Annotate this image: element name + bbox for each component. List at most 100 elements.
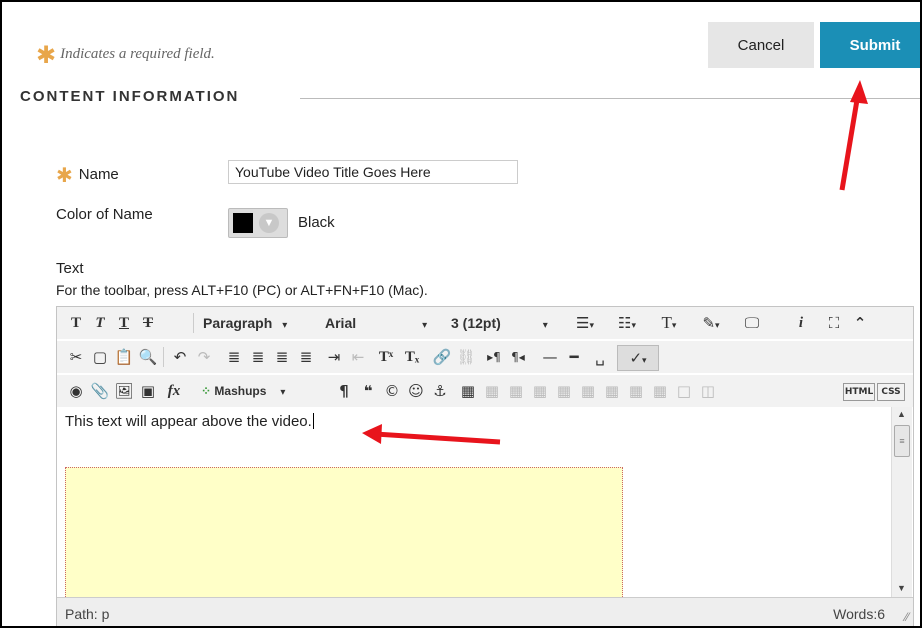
align-center-icon[interactable]: ≣ (247, 345, 269, 369)
link-icon[interactable]: 🔗 (431, 345, 453, 369)
name-input[interactable] (228, 160, 518, 184)
cancel-button[interactable]: Cancel (708, 22, 814, 68)
editor-scrollbar[interactable]: ▲ ≡ ▼ (891, 407, 912, 597)
name-label-text: Name (78, 166, 119, 183)
attach-file-icon[interactable]: 📎 (89, 379, 111, 403)
math-editor-icon[interactable]: fx (163, 379, 185, 403)
merge-cells-icon[interactable]: ◫ (697, 379, 719, 403)
blockquote-icon[interactable]: ❝ (357, 379, 379, 403)
unlink-icon[interactable]: ⛓ (455, 345, 477, 369)
align-left-icon[interactable]: ≣ (223, 345, 245, 369)
text-color-icon[interactable]: T▾ (651, 311, 687, 335)
font-dropdown-label: Arial (325, 315, 357, 331)
cut-icon[interactable]: ✂ (65, 345, 87, 369)
insert-table-icon[interactable]: ▦ (457, 379, 479, 403)
strikethrough-icon[interactable]: T (137, 311, 159, 335)
mashups-dropdown[interactable]: ⁘ Mashups ▾ (201, 379, 297, 403)
required-star-icon: ✱ (36, 41, 57, 69)
toolbar-row-2: ✂ ▢ 📋 🔍 ↶ ↷ ≣ ≣ ≣ ≣ ⇥ ⇤ Tˣ Tₓ 🔗 ⛓ ▸¶ ¶◂ … (57, 341, 913, 373)
table-row-props-icon[interactable]: ▦ (481, 379, 503, 403)
preview-icon[interactable]: 🖵 (737, 311, 767, 335)
text-caret (312, 413, 314, 429)
color-picker[interactable]: ▼ (228, 208, 288, 238)
insert-row-before-icon[interactable]: ▦ (529, 379, 551, 403)
section-title: CONTENT INFORMATION (20, 88, 240, 105)
undo-icon[interactable]: ↶ (169, 345, 191, 369)
color-value: Black (298, 214, 335, 231)
thick-rule-icon[interactable]: ━ (563, 345, 585, 369)
toolbar-hint: For the toolbar, press ALT+F10 (PC) or A… (56, 282, 428, 298)
align-right-icon[interactable]: ≣ (271, 345, 293, 369)
css-code-icon[interactable]: CSS (877, 383, 905, 401)
superscript-icon[interactable]: Tˣ (375, 345, 397, 369)
nonbreaking-space-icon[interactable]: ␣ (589, 345, 611, 369)
color-swatch (233, 213, 253, 233)
spellcheck-icon[interactable]: ✓▾ (617, 345, 659, 371)
italic-icon[interactable]: T (89, 311, 111, 335)
required-field-note: ✱ Indicates a required field. (36, 36, 215, 69)
submit-button[interactable]: Submit (820, 22, 920, 68)
insert-col-before-icon[interactable]: ▦ (601, 379, 623, 403)
insert-row-after-icon[interactable]: ▦ (553, 379, 575, 403)
font-dropdown[interactable]: Arial ▾ (325, 311, 435, 335)
scroll-thumb[interactable]: ≡ (894, 425, 910, 457)
bold-icon[interactable]: T (65, 311, 87, 335)
scroll-up-icon[interactable]: ▲ (897, 409, 906, 419)
video-placeholder[interactable] (65, 467, 623, 597)
subscript-icon[interactable]: Tₓ (401, 345, 423, 369)
annotation-arrowhead (850, 80, 868, 104)
insert-col-after-icon[interactable]: ▦ (625, 379, 647, 403)
emoticon-icon[interactable]: ☺ (405, 379, 427, 403)
text-editor: T T T T Paragraph ▾ Arial ▾ 3 (12pt) ▾ ☰▾ ☷… (56, 306, 914, 626)
highlight-icon[interactable]: ✎▾ (693, 311, 729, 335)
toolbar-row-1: T T T T Paragraph ▾ Arial ▾ 3 (12pt) ▾ ☰▾ ☷… (57, 307, 913, 339)
webcam-icon[interactable]: ◉ (65, 379, 87, 403)
outdent-icon[interactable]: ⇤ (347, 345, 369, 369)
mashups-icon: ⁘ (201, 384, 212, 398)
resize-grip-icon[interactable]: ⁄⁄ (905, 610, 909, 624)
justify-icon[interactable]: ≣ (295, 345, 317, 369)
html-code-icon[interactable]: HTML (843, 383, 875, 401)
collapse-toolbar-icon[interactable]: ⌃ (849, 311, 871, 335)
insert-media-icon[interactable]: ▣ (137, 379, 159, 403)
fullscreen-icon[interactable]: ⛶ (823, 311, 845, 335)
font-size-dropdown[interactable]: 3 (12pt) ▾ (451, 311, 561, 335)
editor-content-area[interactable]: This text will appear above the video. (57, 407, 891, 597)
required-star-icon: ✱ (56, 163, 73, 187)
table-cell-props-icon[interactable]: ▦ (505, 379, 527, 403)
bulleted-list-icon[interactable]: ☰▾ (567, 311, 603, 335)
indent-icon[interactable]: ⇥ (323, 345, 345, 369)
text-label: Text (56, 260, 84, 277)
chevron-down-icon: ▾ (542, 320, 548, 331)
editor-text-content: This text will appear above the video. (65, 413, 312, 430)
paragraph-mark-icon[interactable]: ¶ (333, 379, 355, 403)
word-count: Words:6 (833, 606, 885, 622)
paste-icon[interactable]: 📋 (113, 345, 135, 369)
anchor-icon[interactable]: ⚓ (429, 379, 451, 403)
copy-icon[interactable]: ▢ (89, 345, 111, 369)
color-of-name-label: Color of Name (56, 206, 153, 223)
chevron-down-icon: ▼ (259, 213, 279, 233)
redo-icon[interactable]: ↷ (193, 345, 215, 369)
scroll-down-icon[interactable]: ▼ (897, 583, 906, 593)
numbered-list-icon[interactable]: ☷▾ (609, 311, 645, 335)
info-icon[interactable]: i (791, 311, 811, 335)
rtl-icon[interactable]: ¶◂ (507, 345, 529, 369)
required-note-text: Indicates a required field. (60, 46, 215, 62)
paragraph-dropdown[interactable]: Paragraph ▾ (203, 311, 313, 335)
annotation-arrow-to-submit (839, 93, 861, 191)
insert-image-icon[interactable]: 🖼 (113, 379, 135, 403)
mashups-dropdown-label: Mashups (214, 384, 267, 398)
copyright-icon[interactable]: © (381, 379, 403, 403)
horizontal-rule-icon[interactable]: — (539, 345, 561, 369)
font-size-dropdown-label: 3 (12pt) (451, 315, 501, 331)
delete-col-icon[interactable]: ▦ (649, 379, 671, 403)
delete-row-icon[interactable]: ▦ (577, 379, 599, 403)
find-icon[interactable]: 🔍 (137, 345, 159, 369)
element-path: Path: p (65, 606, 110, 622)
split-cells-icon[interactable]: □ (673, 379, 695, 403)
name-label: ✱ Name (56, 160, 119, 187)
editor-text[interactable]: This text will appear above the video. (65, 413, 314, 430)
underline-icon[interactable]: T (113, 311, 135, 335)
ltr-icon[interactable]: ▸¶ (483, 345, 505, 369)
